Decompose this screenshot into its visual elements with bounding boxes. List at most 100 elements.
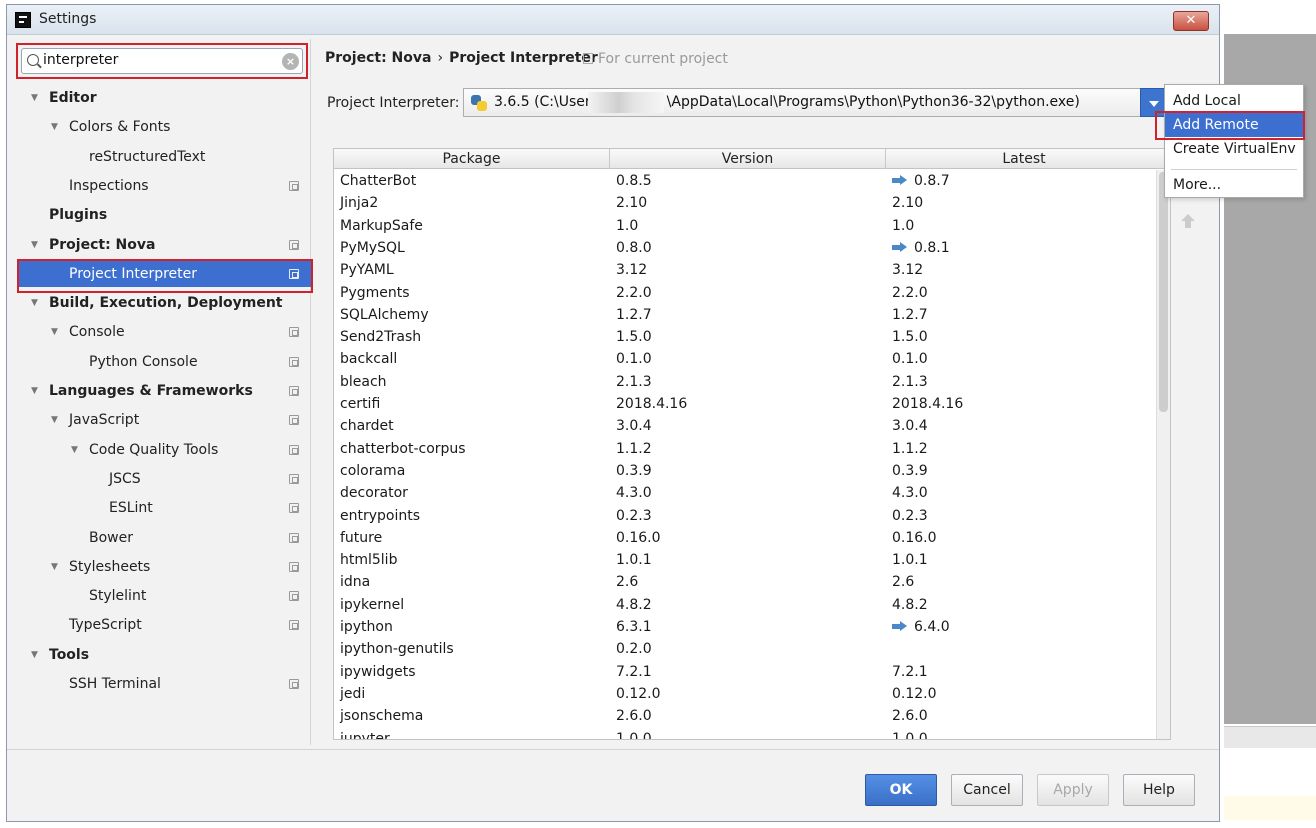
python-icon	[471, 95, 487, 111]
table-row[interactable]: bleach 2.1.3 2.1.3	[334, 371, 1170, 393]
expand-arrow-icon[interactable]: ▼	[31, 232, 38, 258]
package-latest-cell: 2.1.3	[892, 373, 928, 390]
help-button[interactable]: Help	[1123, 774, 1195, 806]
apply-button[interactable]: Apply	[1037, 774, 1109, 806]
table-row[interactable]: certifi 2018.4.16 2018.4.16	[334, 393, 1170, 415]
scrollbar-thumb[interactable]	[1159, 172, 1168, 412]
table-row[interactable]: future 0.16.0 0.16.0	[334, 527, 1170, 549]
expand-arrow-icon[interactable]: ▼	[31, 378, 38, 404]
project-interpreter-panel: Project: Nova › Project Interpreter For cu…	[313, 39, 1219, 745]
expand-arrow-icon[interactable]: ▼	[31, 642, 38, 668]
table-row[interactable]: Jinja2 2.10 2.10	[334, 192, 1170, 214]
table-row[interactable]: decorator 4.3.0 4.3.0	[334, 482, 1170, 504]
menu-item-create-virtualenv[interactable]: Create VirtualEnv	[1165, 137, 1303, 161]
tree-item-ssh-terminal[interactable]: SSH Terminal	[11, 671, 311, 697]
menu-item-add-local[interactable]: Add Local	[1165, 89, 1303, 113]
tree-item-stylesheets[interactable]: ▼ Stylesheets	[11, 554, 311, 580]
table-row[interactable]: Send2Trash 1.5.0 1.5.0	[334, 326, 1170, 348]
table-row[interactable]: jupyter 1.0.0 1.0.0	[334, 728, 1170, 740]
package-name-cell: Send2Trash	[340, 329, 422, 346]
table-row[interactable]: MarkupSafe 1.0 1.0	[334, 215, 1170, 237]
table-row[interactable]: ChatterBot 0.8.5 0.8.7	[334, 170, 1170, 192]
tree-item-bower[interactable]: Bower	[11, 525, 311, 551]
tree-item-eslint[interactable]: ESLint	[11, 495, 311, 521]
column-header-version[interactable]: Version	[610, 149, 886, 169]
expand-arrow-icon[interactable]: ▼	[51, 319, 58, 345]
expand-arrow-icon[interactable]: ▼	[51, 554, 58, 580]
tree-item-typescript[interactable]: TypeScript	[11, 612, 311, 638]
pycharm-app-icon	[15, 12, 31, 28]
tree-item-label: Code Quality Tools	[89, 441, 219, 458]
settings-search-input[interactable]: interpreter ×	[21, 48, 303, 74]
tree-item-colors-fonts[interactable]: ▼ Colors & Fonts	[11, 114, 311, 140]
table-row[interactable]: entrypoints 0.2.3 0.2.3	[334, 505, 1170, 527]
tree-item-label: Project Interpreter	[69, 265, 198, 282]
package-name-cell: jedi	[340, 685, 366, 702]
table-row[interactable]: SQLAlchemy 1.2.7 1.2.7	[334, 304, 1170, 326]
project-settings-icon	[289, 386, 299, 396]
menu-item-add-remote[interactable]: Add Remote	[1165, 113, 1303, 137]
tree-item-build-execution-deployment[interactable]: ▼ Build, Execution, Deployment	[11, 290, 311, 316]
tree-item-tools[interactable]: ▼ Tools	[11, 642, 311, 668]
table-row[interactable]: idna 2.6 2.6	[334, 571, 1170, 593]
package-name-cell: ipython-genutils	[340, 641, 454, 658]
table-scrollbar[interactable]	[1156, 170, 1170, 739]
column-header-package[interactable]: Package	[334, 149, 610, 169]
tree-item-editor[interactable]: ▼ Editor	[11, 85, 311, 111]
close-button[interactable]: ✕	[1173, 11, 1209, 31]
table-row[interactable]: colorama 0.3.9 0.3.9	[334, 460, 1170, 482]
tree-item-label: JSCS	[109, 470, 141, 487]
tree-item-plugins[interactable]: Plugins	[11, 202, 311, 228]
expand-arrow-icon[interactable]: ▼	[51, 114, 58, 140]
scope-note-text: For current project	[598, 51, 728, 67]
tree-item-code-quality-tools[interactable]: ▼ Code Quality Tools	[11, 437, 311, 463]
tree-item-stylelint[interactable]: Stylelint	[11, 583, 311, 609]
table-row[interactable]: chatterbot-corpus 1.1.2 1.1.2	[334, 438, 1170, 460]
tree-item-languages-frameworks[interactable]: ▼ Languages & Frameworks	[11, 378, 311, 404]
expand-arrow-icon[interactable]: ▼	[31, 85, 38, 111]
upgrade-package-icon[interactable]	[1181, 214, 1195, 228]
tree-item-project-nova[interactable]: ▼ Project: Nova	[11, 232, 311, 258]
tree-item-jscs[interactable]: JSCS	[11, 466, 311, 492]
package-name-cell: decorator	[340, 485, 408, 502]
package-version-cell: 0.3.9	[616, 462, 652, 479]
table-row[interactable]: jsonschema 2.6.0 2.6.0	[334, 705, 1170, 727]
expand-arrow-icon[interactable]: ▼	[31, 290, 38, 316]
settings-dialog: Settings ✕ interpreter × ▼ Editor ▼ Colors …	[6, 4, 1220, 822]
table-row[interactable]: ipykernel 4.8.2 4.8.2	[334, 594, 1170, 616]
table-row[interactable]: PyMySQL 0.8.0 0.8.1	[334, 237, 1170, 259]
table-row[interactable]: ipython 6.3.1 6.4.0	[334, 616, 1170, 638]
interpreter-settings-dropdown-button[interactable]	[1140, 88, 1166, 117]
breadcrumb: Project: Nova › Project Interpreter	[325, 50, 598, 66]
project-settings-icon	[289, 180, 299, 191]
column-header-latest[interactable]: Latest	[886, 149, 1162, 169]
table-row[interactable]: html5lib 1.0.1 1.0.1	[334, 549, 1170, 571]
table-row[interactable]: ipython-genutils 0.2.0	[334, 638, 1170, 660]
tree-item-python-console[interactable]: Python Console	[11, 349, 311, 375]
tree-item-label: Languages & Frameworks	[49, 383, 253, 399]
tree-item-label: Build, Execution, Deployment	[49, 295, 283, 312]
table-row[interactable]: jedi 0.12.0 0.12.0	[334, 683, 1170, 705]
table-row[interactable]: PyYAML 3.12 3.12	[334, 259, 1170, 281]
table-row[interactable]: ipywidgets 7.2.1 7.2.1	[334, 661, 1170, 683]
package-latest-cell: 3.12	[892, 262, 924, 279]
clear-search-icon[interactable]: ×	[282, 53, 299, 70]
tree-item-project-interpreter[interactable]: Project Interpreter	[17, 260, 311, 287]
breadcrumb-separator: ›	[437, 50, 444, 66]
expand-arrow-icon[interactable]: ▼	[71, 437, 78, 463]
tree-item-console[interactable]: ▼ Console	[11, 319, 311, 345]
table-row[interactable]: backcall 0.1.0 0.1.0	[334, 348, 1170, 370]
package-name-cell: bleach	[340, 373, 387, 390]
interpreter-combobox[interactable]: 3.6.5 (C:\User \AppData\Local\Programs\Py…	[463, 88, 1163, 117]
search-highlight: interpreter ×	[16, 43, 308, 79]
ok-button[interactable]: OK	[865, 774, 937, 806]
table-row[interactable]: Pygments 2.2.0 2.2.0	[334, 282, 1170, 304]
latest-version-text: 0.8.7	[914, 173, 950, 189]
menu-item-more[interactable]: More...	[1165, 173, 1303, 197]
table-row[interactable]: chardet 3.0.4 3.0.4	[334, 415, 1170, 437]
expand-arrow-icon[interactable]: ▼	[51, 407, 58, 433]
tree-item-javascript[interactable]: ▼ JavaScript	[11, 407, 311, 433]
tree-item-inspections[interactable]: Inspections	[11, 173, 311, 199]
cancel-button[interactable]: Cancel	[951, 774, 1023, 806]
tree-item-restructuredtext[interactable]: reStructuredText	[11, 144, 311, 170]
